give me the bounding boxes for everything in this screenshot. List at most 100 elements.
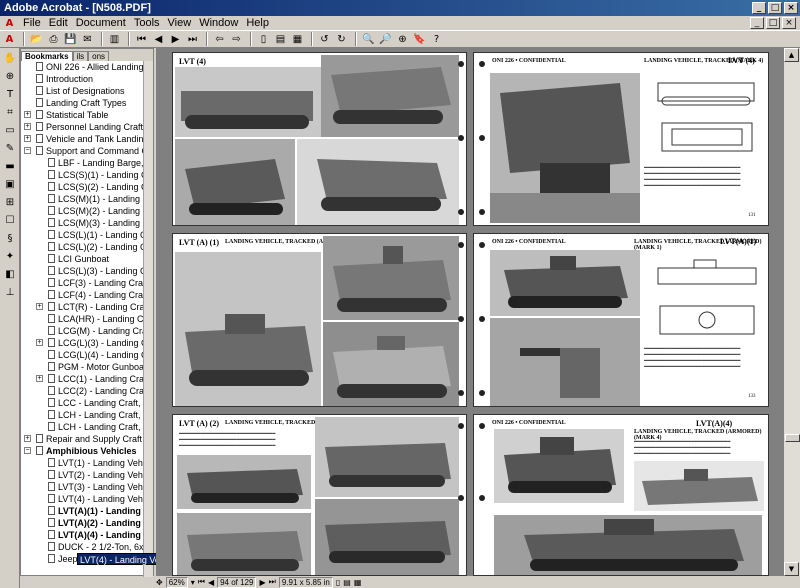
tab-bookmarks[interactable]: Bookmarks bbox=[21, 51, 73, 61]
show-navigation-pane-icon[interactable]: ▥ bbox=[107, 32, 122, 47]
expand-icon[interactable]: + bbox=[36, 339, 43, 346]
stamp-icon[interactable]: ⊥ bbox=[2, 284, 18, 300]
menu-view[interactable]: View bbox=[164, 17, 196, 29]
expand-icon[interactable]: + bbox=[24, 123, 31, 130]
continuous-facing-icon[interactable]: ▦ bbox=[290, 32, 305, 47]
article-icon[interactable]: § bbox=[2, 230, 18, 246]
scroll-up-arrow[interactable]: ▲ bbox=[784, 48, 799, 62]
help-icon[interactable]: ? bbox=[429, 32, 444, 47]
expand-icon[interactable]: + bbox=[24, 135, 31, 142]
bookmark-item[interactable]: LVT(1) - Landing Vehic bbox=[21, 457, 145, 469]
find-icon[interactable]: 🔍 bbox=[361, 32, 376, 47]
bookmark-icon[interactable]: 🔖 bbox=[412, 32, 427, 47]
bookmark-item[interactable]: ONI 226 - Allied Landing C bbox=[21, 61, 145, 73]
bookmark-item[interactable]: Landing Craft Types bbox=[21, 97, 145, 109]
menu-edit[interactable]: Edit bbox=[45, 17, 72, 29]
bookmark-item[interactable]: + Statistical Table bbox=[21, 109, 145, 121]
fill-icon[interactable]: ◧ bbox=[2, 266, 18, 282]
continuous-layout-icon[interactable]: ▤ bbox=[343, 578, 351, 587]
bookmark-item[interactable]: LCC(2) - Landing Craft bbox=[21, 385, 145, 397]
menu-document[interactable]: Document bbox=[72, 17, 130, 29]
menu-file[interactable]: File bbox=[19, 17, 45, 29]
bookmark-item[interactable]: LCF(3) - Landing Craft bbox=[21, 277, 145, 289]
first-page-icon[interactable]: ⏮ bbox=[198, 577, 205, 587]
bookmark-item[interactable]: LCS(L)(1) - Landing Cr bbox=[21, 229, 145, 241]
bookmark-item[interactable]: + LCT(R) - Landing Craft bbox=[21, 301, 145, 313]
text-select-icon[interactable]: T bbox=[2, 86, 18, 102]
bookmark-item[interactable]: LCS(L)(2) - Landing Cr bbox=[21, 241, 145, 253]
last-page-icon[interactable]: ⏭ bbox=[185, 32, 200, 47]
save-icon[interactable]: 💾 bbox=[63, 32, 78, 47]
bookmark-item[interactable]: LCS(S)(1) - Landing C bbox=[21, 169, 145, 181]
bookmark-item[interactable]: + LCC(1) - Landing Craft bbox=[21, 373, 145, 385]
document-scrollbar[interactable]: ▲ ▼ bbox=[783, 48, 800, 576]
collapse-icon[interactable]: − bbox=[24, 447, 31, 454]
bookmark-item[interactable]: LVT(3) - Landing Vehic bbox=[21, 481, 145, 493]
web-capture-icon[interactable]: ⊕ bbox=[395, 32, 410, 47]
bookmark-item[interactable]: + LCG(L)(3) - Landing C bbox=[21, 337, 145, 349]
bookmark-item[interactable]: + Repair and Supply Craft bbox=[21, 433, 145, 445]
bookmark-item[interactable]: LVT(A)(2) - Landing Ve bbox=[21, 517, 145, 529]
menu-window[interactable]: Window bbox=[195, 17, 242, 29]
bookmark-item[interactable]: LCG(M) - Landing Craft bbox=[21, 325, 145, 337]
bookmark-item[interactable]: LCS(M)(3) - Landing C bbox=[21, 217, 145, 229]
expand-icon[interactable]: + bbox=[24, 111, 31, 118]
bookmark-item[interactable]: LVT(A)(4) - Landing Ve bbox=[21, 529, 145, 541]
bookmark-item[interactable]: LVT(A)(1) - Landing Ve bbox=[21, 505, 145, 517]
zoom-level[interactable]: 62% bbox=[165, 576, 188, 588]
go-forward-icon[interactable]: ⇨ bbox=[229, 32, 244, 47]
rotate-right-icon[interactable]: ↻ bbox=[334, 32, 349, 47]
next-page-icon[interactable]: ▶ bbox=[259, 578, 265, 587]
bookmark-item[interactable]: List of Designations bbox=[21, 85, 145, 97]
bookmark-item[interactable]: + Vehicle and Tank Landing bbox=[21, 133, 145, 145]
print-icon[interactable]: ⎙ bbox=[46, 32, 61, 47]
close-button[interactable]: × bbox=[784, 2, 798, 14]
last-page-icon[interactable]: ⏭ bbox=[269, 577, 276, 587]
bookmark-item[interactable]: LBF - Landing Barge, F bbox=[21, 157, 145, 169]
doc-close-button[interactable]: × bbox=[782, 17, 796, 29]
pencil-icon[interactable]: ✎ bbox=[2, 140, 18, 156]
bookmark-item[interactable]: Introduction bbox=[21, 73, 145, 85]
bookmark-item[interactable]: − Support and Command Cr bbox=[21, 145, 145, 157]
document-view[interactable]: LVT (4) ONI 226 • CONFIDENTIAL LANDING V… bbox=[156, 48, 783, 576]
maximize-button[interactable]: □ bbox=[768, 2, 782, 14]
bookmark-item[interactable]: LCI Gunboat bbox=[21, 253, 145, 265]
note-icon[interactable]: ▭ bbox=[2, 122, 18, 138]
first-page-icon[interactable]: ⏮ bbox=[134, 32, 149, 47]
form-icon[interactable]: ☐ bbox=[2, 212, 18, 228]
menu-help[interactable]: Help bbox=[242, 17, 273, 29]
email-icon[interactable]: ✉ bbox=[80, 32, 95, 47]
expand-icon[interactable]: + bbox=[36, 303, 43, 310]
bookmark-scrollbar[interactable] bbox=[143, 61, 153, 577]
bookmark-item[interactable]: PGM - Motor Gunboat bbox=[21, 361, 145, 373]
previous-page-icon[interactable]: ◀ bbox=[208, 578, 214, 587]
bookmark-item[interactable]: LCH - Landing Craft, N bbox=[21, 409, 145, 421]
bookmark-item[interactable]: LVT(2) - Landing Vehic bbox=[21, 469, 145, 481]
open-icon[interactable]: 📂 bbox=[29, 32, 44, 47]
zoom-tool-icon[interactable]: ⊕ bbox=[2, 68, 18, 84]
collapse-icon[interactable]: − bbox=[24, 147, 31, 154]
bookmark-item[interactable]: LCS(L)(3) - Landing Cr bbox=[21, 265, 145, 277]
touchup-icon[interactable]: ✦ bbox=[2, 248, 18, 264]
menu-tools[interactable]: Tools bbox=[130, 17, 164, 29]
doc-restore-button[interactable]: □ bbox=[766, 17, 780, 29]
link-icon[interactable]: ⊞ bbox=[2, 194, 18, 210]
movie-icon[interactable]: ▣ bbox=[2, 176, 18, 192]
page-size-icon[interactable]: ✥ bbox=[156, 578, 163, 587]
next-page-icon[interactable]: ▶ bbox=[168, 32, 183, 47]
continuous-icon[interactable]: ▤ bbox=[273, 32, 288, 47]
zoom-dropdown-icon[interactable]: ▾ bbox=[191, 578, 195, 587]
bookmark-item[interactable]: + Personnel Landing Craft bbox=[21, 121, 145, 133]
bookmark-item[interactable]: LCF(4) - Landing Craft bbox=[21, 289, 145, 301]
bookmark-item[interactable]: LCS(M)(2) - Landing C bbox=[21, 205, 145, 217]
bookmark-item[interactable]: DUCK - 2 1/2-Ton, 6x6 bbox=[21, 541, 145, 553]
scroll-down-arrow[interactable]: ▼ bbox=[784, 562, 799, 576]
bookmark-item[interactable]: LCS(S)(2) - Landing C bbox=[21, 181, 145, 193]
single-page-layout-icon[interactable]: ▯ bbox=[336, 578, 340, 587]
bookmark-item[interactable]: LCC - Landing Craft, Co bbox=[21, 397, 145, 409]
expand-icon[interactable]: + bbox=[24, 435, 31, 442]
bookmark-item[interactable]: LVT(4) - Landing Vehicle, Tracked (Mark … bbox=[21, 493, 145, 505]
hand-tool-icon[interactable]: ✋ bbox=[2, 50, 18, 66]
facing-layout-icon[interactable]: ▦ bbox=[354, 578, 362, 587]
tab-thumbnails[interactable]: ils bbox=[72, 51, 89, 61]
